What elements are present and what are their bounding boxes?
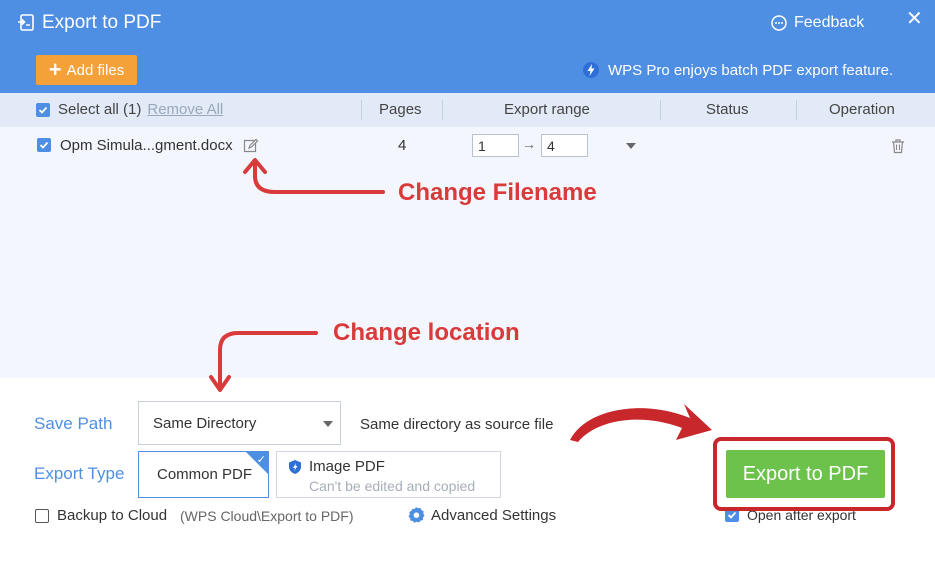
image-pdf-note: Can't be edited and copied [309, 478, 476, 494]
advanced-settings-button[interactable]: Advanced Settings [407, 506, 556, 524]
image-pdf-label: Image PDF [309, 458, 385, 475]
save-path-select[interactable]: Same Directory [138, 401, 341, 445]
annotation-arrow-filename [253, 163, 385, 194]
backup-to-cloud[interactable]: Backup to Cloud [35, 507, 167, 524]
save-path-label: Save Path [34, 414, 113, 433]
export-type-image-pdf[interactable]: Image PDF Can't be edited and copied [276, 451, 501, 498]
cloud-path-text: (WPS Cloud\Export to PDF) [180, 508, 354, 524]
export-button-highlight [713, 437, 895, 511]
common-pdf-label: Common PDF [157, 466, 253, 483]
save-path-value: Same Directory [153, 415, 257, 432]
backup-checkbox[interactable] [35, 508, 49, 523]
backup-label: Backup to Cloud [57, 507, 168, 524]
save-path-note: Same directory as source file [360, 416, 554, 433]
chevron-down-icon [323, 421, 333, 427]
gear-icon [408, 507, 425, 523]
checkmark-icon: ✓ [256, 454, 266, 466]
advanced-settings-label: Advanced Settings [431, 506, 557, 524]
annotation-arrow-export [570, 404, 712, 442]
annotation-change-filename: Change Filename [398, 179, 597, 206]
annotation-change-location: Change location [333, 319, 520, 346]
annotation-arrow-location [218, 331, 318, 387]
export-type-common-pdf[interactable]: Common PDF ✓ [138, 451, 269, 498]
shield-badge-icon [289, 459, 301, 474]
export-type-label: Export Type [34, 464, 125, 483]
